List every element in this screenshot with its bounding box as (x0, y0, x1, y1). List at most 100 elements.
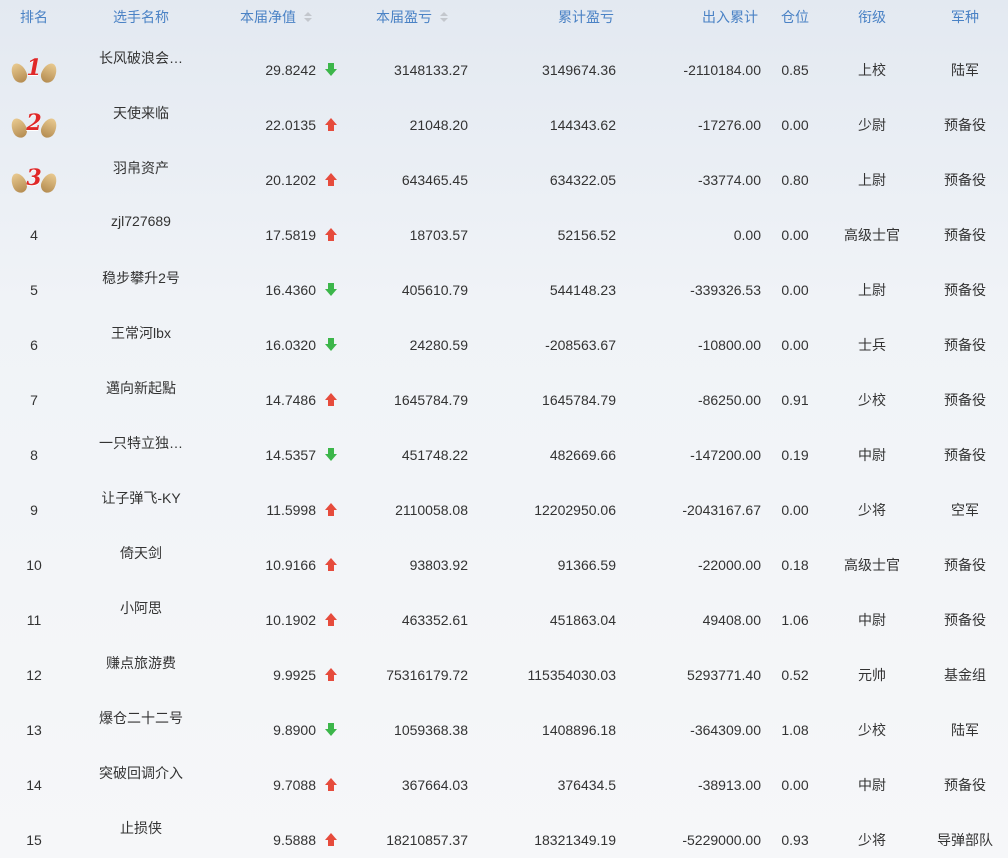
table-row[interactable]: 7 邁向新起點 14.7486 1645784.79 1645784.79 -86250.… (0, 367, 1008, 422)
rank-number: 8 (30, 446, 38, 463)
cum-pnl-value: 451863.04 (549, 611, 616, 628)
table-row[interactable]: 9 让子弹飞-KY 11.5998 2110058.08 12202950.06 -204… (0, 477, 1008, 532)
pnl-value: 21048.20 (409, 116, 468, 133)
table-row[interactable]: 5 稳步攀升2号 16.4360 405610.79 544148.23 -339326.… (0, 257, 1008, 312)
nav-value: 29.8242 (265, 61, 316, 78)
rank-number: 12 (26, 666, 42, 683)
nav-cell: 9.8900 (214, 697, 338, 752)
player-name[interactable]: zjl727689 (68, 202, 214, 257)
player-name[interactable]: 赚点旅游费 (68, 642, 214, 697)
table-row[interactable]: 15 止损侠 9.5888 18210857.37 18321349.19 -522900… (0, 807, 1008, 862)
player-name[interactable]: 小阿思 (68, 587, 214, 642)
player-name[interactable]: 稳步攀升2号 (68, 257, 214, 312)
position-value: 1.08 (781, 721, 809, 738)
nav-value: 9.7088 (273, 776, 316, 793)
nav-value: 10.9166 (265, 556, 316, 573)
nav-value: 14.5357 (265, 446, 316, 463)
player-name[interactable]: 邁向新起點 (68, 367, 214, 422)
grade-value: 中尉 (858, 776, 886, 793)
branch-value: 陆军 (951, 721, 979, 738)
player-name[interactable]: 羽帛资产 (68, 147, 214, 202)
cum-pnl-value: 12202950.06 (534, 501, 616, 518)
player-name[interactable]: 一只特立独… (68, 422, 214, 477)
arrow-down-icon (324, 447, 338, 462)
nav-cell: 22.0135 (214, 92, 338, 147)
table-row[interactable]: 11 小阿思 10.1902 463352.61 451863.04 49408.00 1.… (0, 587, 1008, 642)
flow-value: 0.00 (733, 226, 761, 243)
nav-cell: 16.4360 (214, 257, 338, 312)
player-name[interactable]: 爆仓二十二号 (68, 697, 214, 752)
flow-value: -147200.00 (690, 446, 761, 463)
grade-value: 上尉 (858, 281, 886, 298)
table-row[interactable]: 6 王常河lbx 16.0320 24280.59 -208563.67 -10800.0… (0, 312, 1008, 367)
rank-number: 3 (26, 164, 42, 191)
rank-number: 4 (30, 226, 38, 243)
table-row[interactable]: 4 zjl727689 17.5819 18703.57 52156.52 0.00 0.0… (0, 202, 1008, 257)
rank-cell: 9 (0, 477, 68, 532)
grade-value: 少尉 (858, 116, 886, 133)
cum-pnl-value: 544148.23 (549, 281, 616, 298)
nav-cell: 10.9166 (214, 532, 338, 587)
header-nav-sortable[interactable]: 本届净值 (214, 0, 312, 34)
nav-cell: 17.5819 (214, 202, 338, 257)
position-value: 0.93 (781, 831, 809, 848)
table-row[interactable]: 8 一只特立独… 14.5357 451748.22 482669.66 -147200.… (0, 422, 1008, 477)
sort-icon[interactable] (304, 12, 312, 22)
rank-cell: 12 (0, 642, 68, 697)
table-row[interactable]: 2 天使来临 22.0135 21048.20 144343.62 -17276.00 0.… (0, 92, 1008, 147)
rank-number: 1 (26, 54, 42, 81)
header-pnl-sortable[interactable]: 本届盈亏 (338, 0, 448, 34)
flow-value: 5293771.40 (687, 666, 761, 683)
arrow-up-icon (324, 227, 338, 242)
arrow-up-icon (324, 172, 338, 187)
player-name[interactable]: 王常河lbx (68, 312, 214, 367)
cum-pnl-value: 1645784.79 (542, 391, 616, 408)
table-row[interactable]: 10 倚天剑 10.9166 93803.92 91366.59 -22000.00 0.1… (0, 532, 1008, 587)
nav-value: 9.8900 (273, 721, 316, 738)
rank-number: 7 (30, 391, 38, 408)
nav-value: 9.9925 (273, 666, 316, 683)
flow-value: -364309.00 (690, 721, 761, 738)
pnl-value: 367664.03 (401, 776, 468, 793)
table-row[interactable]: 1 长风破浪会… 29.8242 3148133.27 3149674.36 -21101… (0, 37, 1008, 92)
nav-cell: 20.1202 (214, 147, 338, 202)
table-row[interactable]: 14 突破回调介入 9.7088 367664.03 376434.5 -38913.00… (0, 752, 1008, 807)
table-row[interactable]: 13 爆仓二十二号 9.8900 1059368.38 1408896.18 -36430… (0, 697, 1008, 752)
nav-cell: 14.5357 (214, 422, 338, 477)
table-row[interactable]: 12 赚点旅游费 9.9925 75316179.72 115354030.03 5293… (0, 642, 1008, 697)
pnl-value: 24280.59 (409, 336, 468, 353)
rank-number: 2 (26, 109, 42, 136)
grade-value: 少将 (858, 501, 886, 518)
cum-pnl-value: 482669.66 (549, 446, 616, 463)
nav-value: 14.7486 (265, 391, 316, 408)
nav-value: 9.5888 (273, 831, 316, 848)
header-flow: 出入累计 (702, 9, 758, 25)
header-pnl-label: 本届盈亏 (376, 9, 432, 25)
position-value: 0.52 (781, 666, 809, 683)
grade-value: 少校 (858, 391, 886, 408)
player-name[interactable]: 倚天剑 (68, 532, 214, 587)
player-name[interactable]: 突破回调介入 (68, 752, 214, 807)
flow-value: -86250.00 (697, 391, 761, 408)
rank-number: 10 (26, 556, 42, 573)
cum-pnl-value: 144343.62 (549, 116, 616, 133)
pnl-value: 1645784.79 (394, 391, 468, 408)
nav-cell: 9.5888 (214, 807, 338, 862)
grade-value: 中尉 (858, 446, 886, 463)
nav-value: 16.0320 (265, 336, 316, 353)
player-name[interactable]: 天使来临 (68, 92, 214, 147)
rank-number: 11 (26, 611, 42, 628)
player-name[interactable]: 让子弹飞-KY (68, 477, 214, 532)
player-name[interactable]: 止损侠 (68, 807, 214, 862)
branch-value: 预备役 (944, 281, 986, 298)
sort-icon[interactable] (440, 12, 448, 22)
arrow-down-icon (324, 282, 338, 297)
table-row[interactable]: 3 羽帛资产 20.1202 643465.45 634322.05 -33774.00 0… (0, 147, 1008, 202)
position-value: 0.00 (781, 281, 809, 298)
pnl-value: 405610.79 (401, 281, 468, 298)
player-name[interactable]: 长风破浪会… (68, 37, 214, 92)
position-value: 0.18 (781, 556, 809, 573)
nav-cell: 10.1902 (214, 587, 338, 642)
nav-cell: 11.5998 (214, 477, 338, 532)
cum-pnl-value: 91366.59 (557, 556, 616, 573)
